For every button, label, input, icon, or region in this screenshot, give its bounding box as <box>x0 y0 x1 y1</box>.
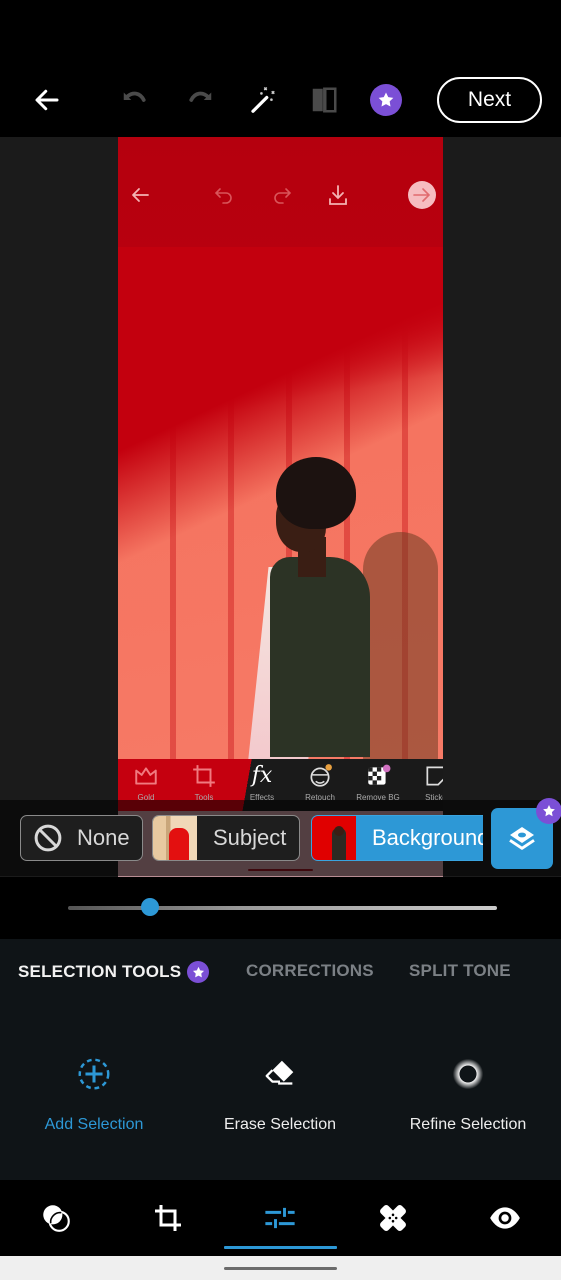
tab-corrections-label: CORRECTIONS <box>246 961 374 980</box>
fx-icon: fx <box>251 763 273 788</box>
image-canvas[interactable]: Gold Tools fx Effects Retouch Remove BG … <box>0 137 561 877</box>
selection-mode-chips: None Subject Background <box>0 798 561 876</box>
refine-selection-label: Refine Selection <box>409 1116 527 1133</box>
photo-person-jacket <box>270 557 370 757</box>
embedded-tool-effects: fx Effects <box>249 763 275 802</box>
nav-crop[interactable] <box>148 1198 188 1238</box>
brush-size-slider[interactable] <box>68 906 497 910</box>
tab-corrections[interactable]: CORRECTIONS <box>246 961 374 981</box>
download-icon <box>324 181 352 209</box>
refine-selection-button[interactable]: Refine Selection <box>388 1054 548 1134</box>
tab-split-tone[interactable]: SPLIT TONE <box>409 961 511 981</box>
erase-selection-button[interactable]: Erase Selection <box>200 1054 360 1134</box>
sticker-icon <box>426 766 443 786</box>
crop-icon <box>193 765 215 787</box>
premium-star-icon <box>187 961 210 983</box>
next-button[interactable]: Next <box>437 77 542 123</box>
add-selection-button[interactable]: Add Selection <box>14 1054 174 1134</box>
eye-icon <box>490 1207 520 1229</box>
auto-fix-button[interactable] <box>245 82 281 118</box>
adjustment-panel: SELECTION TOOLS CORRECTIONS SPLIT TONE A… <box>0 939 561 1180</box>
chip-subject[interactable]: Subject <box>152 815 300 861</box>
chip-none-label: None <box>77 825 130 850</box>
embedded-tool-tools: Tools <box>176 763 232 802</box>
arrow-left-icon <box>35 89 59 111</box>
arrow-right-circle-icon <box>408 181 436 209</box>
subject-thumbnail <box>153 816 197 860</box>
background-thumbnail <box>312 816 356 860</box>
chip-background[interactable]: Background <box>311 815 483 861</box>
premium-button[interactable] <box>368 82 404 118</box>
redo-icon <box>268 181 296 209</box>
crop-icon <box>155 1205 181 1231</box>
nav-looks[interactable] <box>36 1198 76 1238</box>
home-gesture-handle[interactable] <box>224 1267 337 1270</box>
add-selection-icon <box>74 1054 114 1094</box>
compare-button[interactable] <box>306 82 342 118</box>
redo-button[interactable] <box>182 82 218 118</box>
premium-star-icon <box>370 84 402 116</box>
embedded-tool-gold: Gold <box>118 763 174 802</box>
redo-icon <box>189 91 212 102</box>
chip-subject-label: Subject <box>213 825 287 850</box>
layers-icon <box>509 826 535 850</box>
nav-adjustments[interactable] <box>260 1198 300 1238</box>
tab-split-tone-label: SPLIT TONE <box>409 961 511 980</box>
looks-circles-icon <box>43 1205 70 1232</box>
undo-icon <box>210 181 238 209</box>
slider-thumb[interactable] <box>140 898 159 916</box>
arrow-left-icon <box>126 181 154 209</box>
embedded-tool-retouch: Retouch <box>292 763 348 802</box>
no-symbol-icon <box>34 824 62 852</box>
eraser-icon <box>260 1054 300 1094</box>
system-navigation-bar <box>0 1256 561 1280</box>
embedded-tool-remove-bg: Remove BG <box>350 763 406 802</box>
active-tab-indicator <box>224 1246 337 1249</box>
sliders-icon <box>265 1207 295 1229</box>
erase-selection-label: Erase Selection <box>223 1116 337 1133</box>
chip-background-label: Background <box>372 825 483 850</box>
bandage-icon <box>380 1205 406 1231</box>
add-selection-label: Add Selection <box>44 1116 144 1133</box>
embedded-tool-sticker: Sticke <box>408 763 443 802</box>
remove-bg-icon <box>368 764 391 785</box>
photo-person-hair <box>276 457 356 529</box>
undo-icon <box>123 91 146 102</box>
top-toolbar: Next <box>0 0 561 137</box>
photo-overlay-nav <box>118 175 443 215</box>
premium-star-icon <box>536 798 561 824</box>
magic-wand-icon <box>251 86 275 113</box>
photo-person-shadow <box>363 532 438 767</box>
nav-heal[interactable] <box>373 1198 413 1238</box>
nav-preview[interactable] <box>485 1198 525 1238</box>
tab-selection-tools-label: SELECTION TOOLS <box>18 962 182 981</box>
photo-preview[interactable]: Gold Tools fx Effects Retouch Remove BG … <box>118 137 443 877</box>
chip-none[interactable]: None <box>20 815 143 861</box>
face-retouch-icon <box>310 764 332 787</box>
undo-button[interactable] <box>117 82 153 118</box>
crown-icon <box>135 767 157 785</box>
back-button[interactable] <box>29 82 65 118</box>
bottom-navigation <box>0 1180 561 1256</box>
refine-circle-icon <box>448 1054 488 1094</box>
before-after-compare-icon <box>312 87 337 113</box>
brush-size-slider-area <box>0 877 561 939</box>
tab-selection-tools[interactable]: SELECTION TOOLS <box>18 961 210 983</box>
